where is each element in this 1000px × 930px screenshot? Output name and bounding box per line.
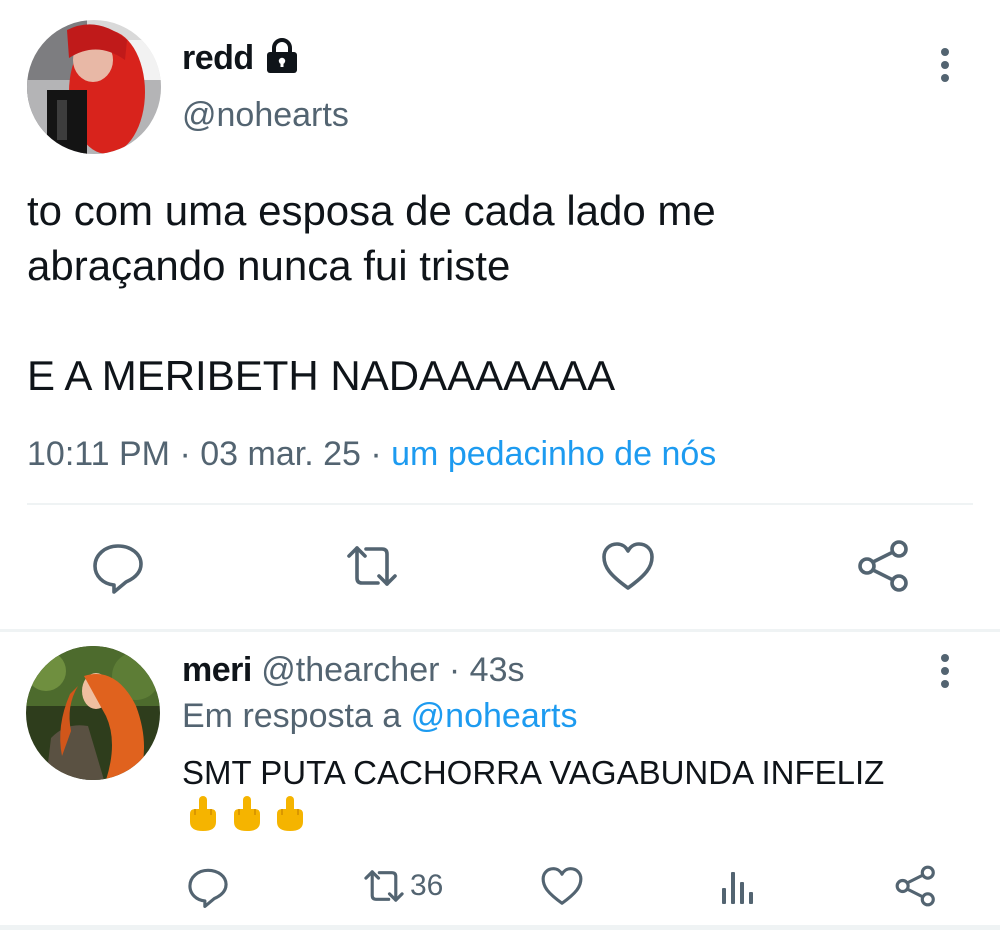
reply-age[interactable]: 43s xyxy=(470,651,525,689)
retweet-count: 36 xyxy=(410,869,444,902)
reply-prefix: Em resposta a xyxy=(182,697,402,735)
author-avatar[interactable] xyxy=(27,20,161,154)
like-icon[interactable] xyxy=(600,538,656,594)
middle-finger-emoji-icon xyxy=(186,794,220,832)
meta-separator: · xyxy=(448,651,461,689)
meta-separator: · xyxy=(179,435,191,473)
share-icon[interactable] xyxy=(856,538,912,594)
reply-author-handle[interactable]: @thearcher xyxy=(261,651,439,689)
divider xyxy=(27,503,973,505)
tweet-time[interactable]: 10:11 PM xyxy=(27,435,170,473)
reply-header: meri @thearcher · 43s xyxy=(182,650,525,690)
middle-finger-emoji-icon xyxy=(230,794,264,832)
share-icon[interactable] xyxy=(894,864,938,908)
tweet-meta: 10:11 PM · 03 mar. 25 · um pedacinho de … xyxy=(27,433,716,475)
reply-text: SMT PUTA CACHORRA VAGABUNDA INFELIZ xyxy=(182,754,885,791)
reply-context: Em resposta a @nohearts xyxy=(182,696,578,736)
meta-separator: · xyxy=(370,435,382,473)
reply-icon[interactable] xyxy=(186,864,230,908)
section-separator xyxy=(0,629,1000,632)
lock-icon xyxy=(265,38,299,74)
reply-target-handle[interactable]: @nohearts xyxy=(411,697,578,735)
reply-author-name[interactable]: meri xyxy=(182,651,252,689)
reply-author-avatar[interactable] xyxy=(26,646,160,780)
author-handle[interactable]: @nohearts xyxy=(182,95,349,135)
more-icon[interactable] xyxy=(940,48,950,82)
tweet-source[interactable]: um pedacinho de nós xyxy=(391,435,716,473)
views-icon[interactable] xyxy=(716,864,760,908)
middle-finger-emoji-icon xyxy=(273,794,307,832)
retweet-icon[interactable] xyxy=(344,538,400,594)
bottom-separator xyxy=(0,925,1000,930)
tweet-text: to com uma esposa de cada lado me abraça… xyxy=(27,187,716,399)
retweet-icon[interactable] xyxy=(362,864,406,908)
like-icon[interactable] xyxy=(540,864,584,908)
more-icon[interactable] xyxy=(940,654,950,688)
tweet-date[interactable]: 03 mar. 25 xyxy=(200,435,361,473)
author-display-name[interactable]: redd xyxy=(182,38,254,78)
reply-icon[interactable] xyxy=(90,538,146,594)
